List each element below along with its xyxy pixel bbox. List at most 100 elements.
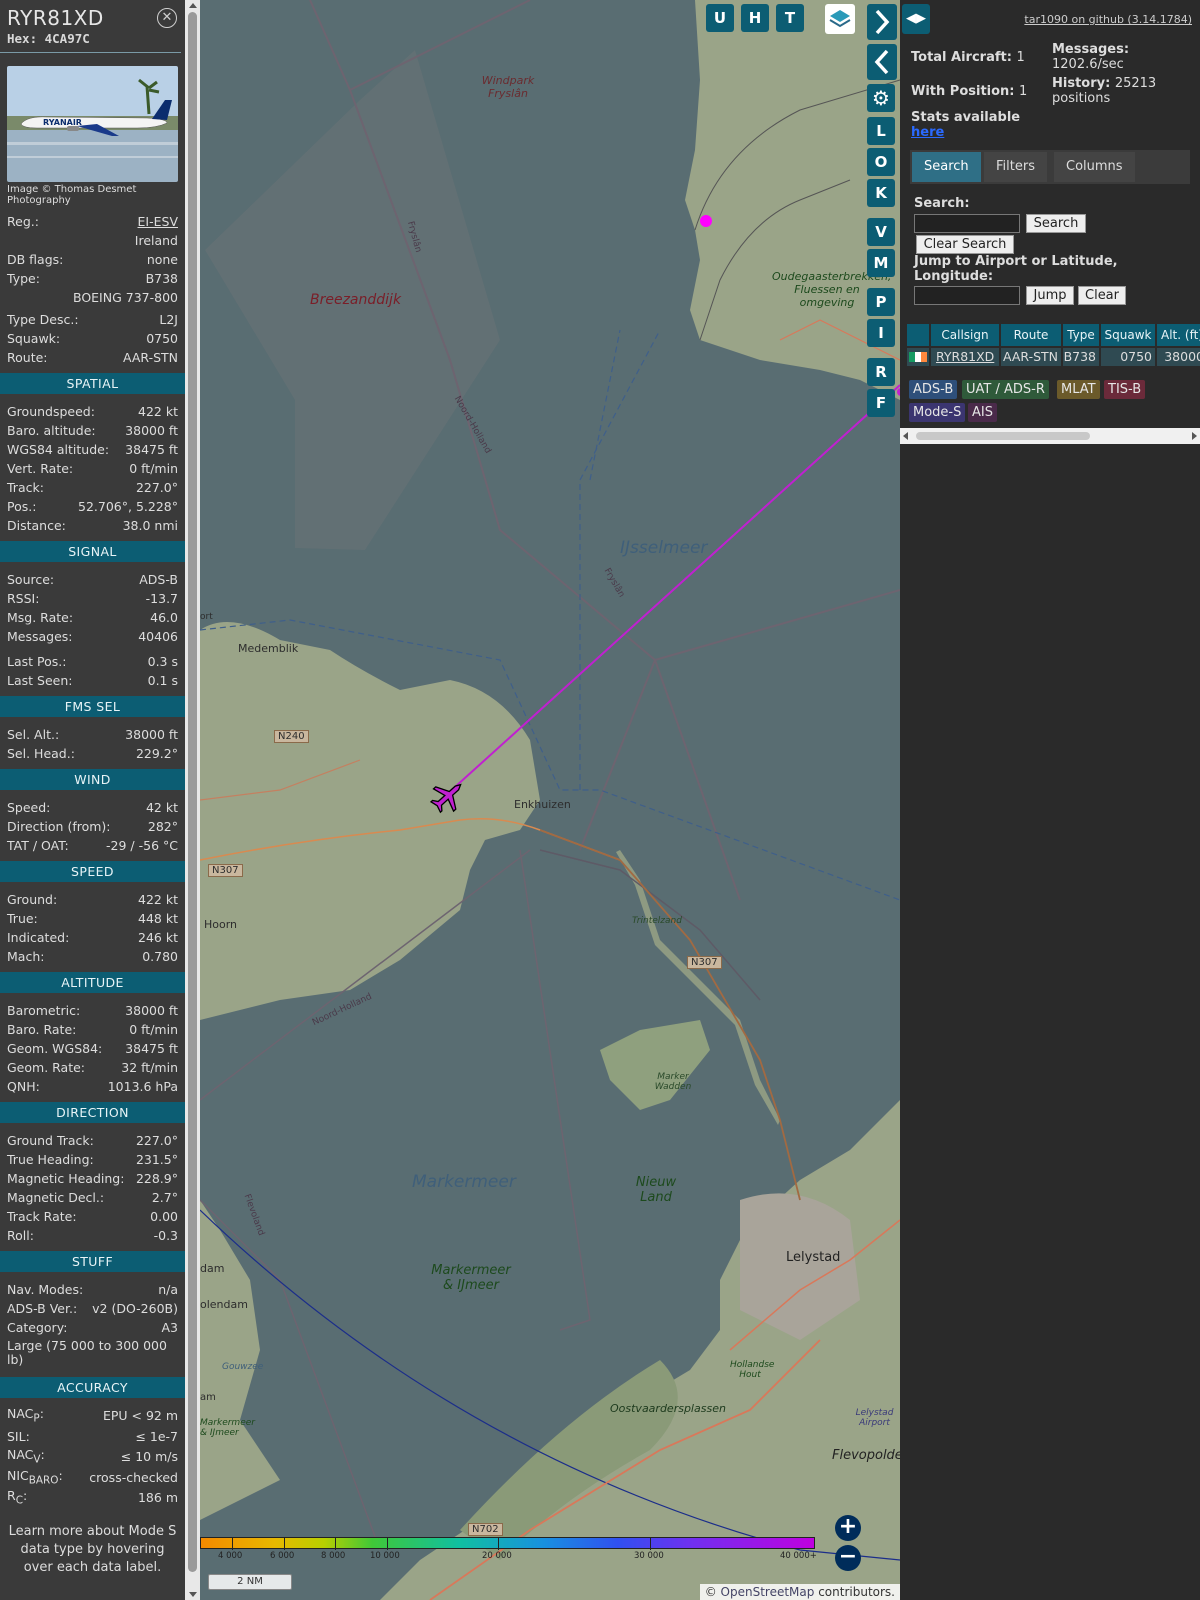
label-n307-east: N307 <box>687 956 722 969</box>
label-lelystad: Lelystad <box>786 1250 841 1265</box>
zoom-in-icon[interactable]: + <box>835 1515 861 1541</box>
clear-jump-button[interactable]: Clear <box>1078 286 1126 305</box>
hscroll-thumb[interactable] <box>916 432 1090 440</box>
section-stuff: STUFF <box>0 1251 185 1272</box>
scroll-down-icon[interactable] <box>189 1592 197 1597</box>
tab-search[interactable]: Search <box>912 152 981 182</box>
button-u[interactable]: U <box>706 4 734 32</box>
tab-columns[interactable]: Columns <box>1054 152 1135 182</box>
altitude-value: 32 ft/min <box>121 1060 178 1075</box>
button-t[interactable]: T <box>776 4 804 32</box>
legend-tick-10000: 10 000 <box>370 1551 400 1561</box>
registration-link[interactable]: EI-ESV <box>138 214 178 229</box>
rc-row: RC: 186 m <box>7 1488 178 1507</box>
wind-label: Direction (from): <box>7 819 111 834</box>
category-desc: Large (75 000 to 300 000 lb) <box>7 1338 167 1367</box>
button-f[interactable]: F <box>867 389 895 417</box>
scrollbar-thumb[interactable] <box>188 12 197 1572</box>
button-m[interactable]: M <box>867 249 895 277</box>
spatial-row: Distance: 38.0 nmi <box>0 516 185 535</box>
aircraft-marker-icon[interactable] <box>430 778 466 814</box>
button-l[interactable]: L <box>867 117 895 145</box>
button-v[interactable]: V <box>867 218 895 246</box>
search-button[interactable]: Search <box>1026 214 1086 233</box>
signal-row: Source: ADS-B <box>0 570 185 589</box>
tab-filters[interactable]: Filters <box>984 152 1047 182</box>
jump-button[interactable]: Jump <box>1026 286 1074 305</box>
scroll-up-icon[interactable] <box>189 3 197 8</box>
legend-tick-30000: 30 000 <box>634 1551 664 1561</box>
altitude-row: Barometric: 38000 ft <box>0 1001 185 1020</box>
button-r[interactable]: R <box>867 358 895 386</box>
photo-credit: Image © Thomas Desmet Photography <box>7 184 137 206</box>
fms-label: Sel. Alt.: <box>7 727 60 742</box>
spatial-value: 52.706°, 5.228° <box>78 499 178 514</box>
osm-link[interactable]: OpenStreetMap <box>721 1585 815 1599</box>
signal-timing-label: Last Seen: <box>7 673 73 688</box>
button-h[interactable]: H <box>741 4 769 32</box>
stat-messages: Messages: 1202.6/sec <box>1052 42 1130 72</box>
spatial-value: 38.0 nmi <box>122 518 178 533</box>
layers-icon[interactable] <box>825 4 855 34</box>
label-markermeer-small: Markermeer & IJmeer <box>200 1418 255 1438</box>
direction-label: Ground Track: <box>7 1133 94 1148</box>
collapse-left-icon[interactable] <box>867 44 897 80</box>
label-nieuw-land: Nieuw Land <box>635 1175 677 1205</box>
button-p[interactable]: P <box>867 288 895 316</box>
signal-label: Source: <box>7 572 55 587</box>
stuff-value: v2 (DO-260B) <box>92 1301 178 1316</box>
scroll-left-icon[interactable] <box>903 432 908 440</box>
spatial-label: Distance: <box>7 518 66 533</box>
button-i[interactable]: I <box>867 319 895 347</box>
version-link[interactable]: tar1090 on github (3.14.1784) <box>1024 13 1192 26</box>
label-trintelzand: Trintelzand <box>632 916 682 926</box>
wind-row: Speed: 42 kt <box>0 798 185 817</box>
col-squawk[interactable]: Squawk <box>1101 324 1155 346</box>
altitude-value: 0 ft/min <box>129 1022 178 1037</box>
nicbaro-row: NICBARO: cross-checked <box>7 1467 178 1487</box>
altitude-gradient-bar <box>200 1537 815 1549</box>
col-callsign[interactable]: Callsign <box>931 324 999 346</box>
row-type: B738 <box>1063 348 1099 366</box>
collapse-toggle-icon[interactable]: ◀▶ <box>902 4 930 34</box>
row-altitude: 38000 <box>1157 348 1200 366</box>
close-icon[interactable]: ✕ <box>157 8 177 28</box>
col-altitude[interactable]: Alt. (ft) <box>1157 324 1200 346</box>
button-o[interactable]: O <box>867 148 895 176</box>
col-type[interactable]: Type <box>1063 324 1099 346</box>
squawk-row: Squawk: 0750 <box>7 331 178 346</box>
button-k[interactable]: K <box>867 179 895 207</box>
settings-gear-icon[interactable]: ⚙ <box>867 84 895 112</box>
row-squawk: 0750 <box>1101 348 1155 366</box>
fms-row: Sel. Alt.: 38000 ft <box>0 725 185 744</box>
stats-here-link[interactable]: here <box>911 125 944 140</box>
direction-row: True Heading: 231.5° <box>0 1150 185 1169</box>
signal-list: Source: ADS-B RSSI: -13.7 Msg. Rate: 46.0 Mess… <box>0 570 185 646</box>
legend-tick-20000: 20 000 <box>482 1551 512 1561</box>
table-horizontal-scrollbar[interactable] <box>900 428 1200 444</box>
altitude-row: Geom. WGS84: 38475 ft <box>0 1039 185 1058</box>
section-altitude: ALTITUDE <box>0 972 185 993</box>
col-route[interactable]: Route <box>1001 324 1061 346</box>
fms-value: 229.2° <box>135 746 178 761</box>
source-badge: AIS <box>968 403 997 422</box>
col-flag[interactable] <box>907 324 929 346</box>
sil-row: SIL: ≤ 1e-7 <box>7 1428 178 1444</box>
expand-right-icon[interactable] <box>867 4 897 40</box>
clear-search-button[interactable]: Clear Search <box>916 235 1014 254</box>
jump-input[interactable] <box>914 286 1020 305</box>
aircraft-photo[interactable]: RYANAIR <box>7 66 178 182</box>
stuff-value: A3 <box>161 1320 178 1335</box>
map-view[interactable]: Windpark Fryslân Breezanddijk IJsselmeer… <box>200 0 900 1600</box>
type-full-row: BOEING 737-800 <box>72 290 178 305</box>
info-scrollbar[interactable] <box>185 0 200 1600</box>
spatial-list: Groundspeed: 422 kt Baro. altitude: 38000 f… <box>0 402 185 535</box>
zoom-out-icon[interactable]: − <box>835 1545 861 1571</box>
scroll-right-icon[interactable] <box>1192 432 1197 440</box>
signal-value: -13.7 <box>145 591 178 606</box>
search-input[interactable] <box>914 214 1020 233</box>
receiver-marker[interactable] <box>700 215 712 227</box>
row-callsign-link[interactable]: RYR81XD <box>931 348 999 366</box>
spatial-label: WGS84 altitude: <box>7 442 110 457</box>
type-row: Type: B738 <box>7 271 178 286</box>
